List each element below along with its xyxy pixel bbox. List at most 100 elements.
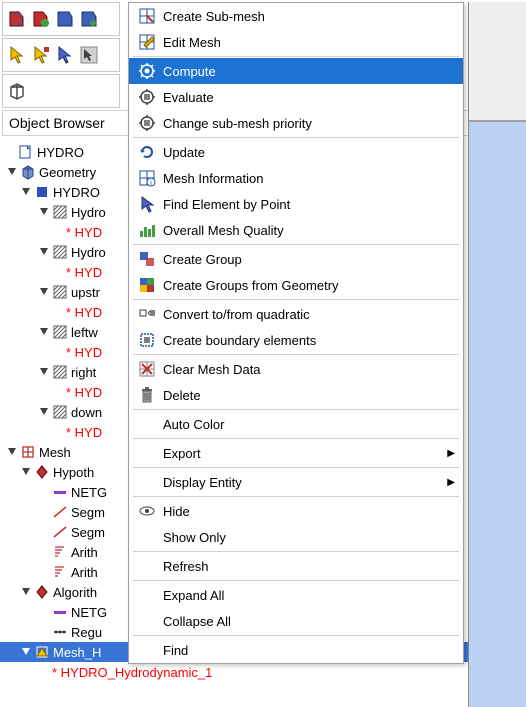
menu-update[interactable]: Update — [129, 139, 463, 165]
tree-label: Arith — [71, 565, 98, 580]
blank-icon — [137, 557, 157, 575]
quality-icon — [137, 221, 157, 239]
tree-label: * HYD — [66, 265, 102, 280]
collapse-icon[interactable] — [38, 206, 50, 218]
menu-separator — [133, 354, 459, 355]
collapse-icon[interactable] — [38, 246, 50, 258]
collapse-icon[interactable] — [38, 366, 50, 378]
collapse-icon[interactable] — [38, 286, 50, 298]
netgen-icon — [52, 484, 68, 500]
menu-evaluate[interactable]: Evaluate — [129, 84, 463, 110]
menu-auto-color[interactable]: Auto Color — [129, 411, 463, 437]
menu-label: Convert to/from quadratic — [163, 307, 310, 322]
tree-label: Hypoth — [53, 465, 94, 480]
menu-separator — [133, 438, 459, 439]
cube-button[interactable] — [7, 81, 27, 101]
menu-mesh-info[interactable]: i Mesh Information — [129, 165, 463, 191]
menu-separator — [133, 496, 459, 497]
menu-separator — [133, 635, 459, 636]
toolbar-1 — [2, 2, 120, 36]
menu-overall-quality[interactable]: Overall Mesh Quality — [129, 217, 463, 243]
blank-icon — [137, 612, 157, 630]
menu-label: Update — [163, 145, 205, 160]
menu-create-group[interactable]: Create Group — [129, 246, 463, 272]
menu-label: Display Entity — [163, 475, 242, 490]
menu-convert-quadratic[interactable]: Convert to/from quadratic — [129, 301, 463, 327]
find-element-icon — [137, 195, 157, 213]
tree-label: Hydro — [71, 205, 106, 220]
tree-label: NETG — [71, 605, 107, 620]
menu-find-element[interactable]: Find Element by Point — [129, 191, 463, 217]
menu-export[interactable]: Export▶ — [129, 440, 463, 466]
menu-create-boundary[interactable]: Create boundary elements — [129, 327, 463, 353]
menu-edit-mesh[interactable]: Edit Mesh — [129, 29, 463, 55]
collapse-icon[interactable] — [6, 166, 18, 178]
menu-label: Create Group — [163, 252, 242, 267]
geometry-icon — [20, 164, 36, 180]
tree-label: right — [71, 365, 96, 380]
cursor-button-1[interactable] — [7, 45, 27, 65]
menu-compute[interactable]: Compute — [129, 58, 463, 84]
toolbar-button-1[interactable] — [7, 9, 27, 29]
menu-clear-mesh[interactable]: Clear Mesh Data — [129, 356, 463, 382]
tree-label: Arith — [71, 545, 98, 560]
update-icon — [137, 143, 157, 161]
square-icon — [34, 184, 50, 200]
menu-label: Change sub-mesh priority — [163, 116, 312, 131]
collapse-icon[interactable] — [20, 646, 32, 658]
hatch-icon — [52, 284, 68, 300]
tree-label: upstr — [71, 285, 100, 300]
menu-separator — [133, 299, 459, 300]
menu-expand-all[interactable]: Expand All — [129, 582, 463, 608]
menu-create-groups-geom[interactable]: Create Groups from Geometry — [129, 272, 463, 298]
blank-icon — [137, 641, 157, 659]
quadratic-icon — [137, 305, 157, 323]
toolbar-button-4[interactable] — [79, 9, 99, 29]
tree-label: * HYD — [66, 305, 102, 320]
menu-separator — [133, 137, 459, 138]
menu-change-priority[interactable]: Change sub-mesh priority — [129, 110, 463, 136]
hide-icon — [137, 502, 157, 520]
menu-show-only[interactable]: Show Only — [129, 524, 463, 550]
blank-icon — [137, 528, 157, 546]
collapse-icon[interactable] — [38, 406, 50, 418]
menu-label: Mesh Information — [163, 171, 263, 186]
menu-delete[interactable]: Delete — [129, 382, 463, 408]
tree-label: * HYD — [66, 425, 102, 440]
blank-icon — [137, 473, 157, 491]
menu-label: Create Groups from Geometry — [163, 278, 339, 293]
hatch-icon — [52, 204, 68, 220]
toolbar-button-3[interactable] — [55, 9, 75, 29]
groups-geom-icon — [137, 276, 157, 294]
collapse-icon[interactable] — [20, 586, 32, 598]
toolbar-button-2[interactable] — [31, 9, 51, 29]
tree-label: Mesh — [39, 445, 71, 460]
menu-display-entity[interactable]: Display Entity▶ — [129, 469, 463, 495]
menu-label: Clear Mesh Data — [163, 362, 261, 377]
cursor-button-2[interactable] — [31, 45, 51, 65]
menu-refresh[interactable]: Refresh — [129, 553, 463, 579]
tree-label: HYDRO — [53, 185, 100, 200]
menu-separator — [133, 409, 459, 410]
collapse-icon[interactable] — [20, 186, 32, 198]
cursor-button-3[interactable] — [55, 45, 75, 65]
collapse-icon[interactable] — [20, 466, 32, 478]
menu-find[interactable]: Find — [129, 637, 463, 663]
collapse-icon[interactable] — [6, 446, 18, 458]
cursor-button-4[interactable] — [79, 45, 99, 65]
hatch-icon — [52, 244, 68, 260]
mesh-info-icon: i — [137, 169, 157, 187]
toolbar-2 — [2, 38, 120, 72]
tree-label: * HYD — [66, 385, 102, 400]
tree-label: Algorith — [53, 585, 97, 600]
collapse-icon[interactable] — [38, 326, 50, 338]
hatch-icon — [52, 364, 68, 380]
segment-icon — [52, 524, 68, 540]
tree-label: HYDRO — [37, 145, 84, 160]
menu-label: Overall Mesh Quality — [163, 223, 284, 238]
menu-separator — [133, 56, 459, 57]
tree-item[interactable]: * HYDRO_Hydrodynamic_1 — [0, 662, 526, 682]
menu-create-submesh[interactable]: Create Sub-mesh — [129, 3, 463, 29]
menu-hide[interactable]: Hide — [129, 498, 463, 524]
menu-collapse-all[interactable]: Collapse All — [129, 608, 463, 634]
